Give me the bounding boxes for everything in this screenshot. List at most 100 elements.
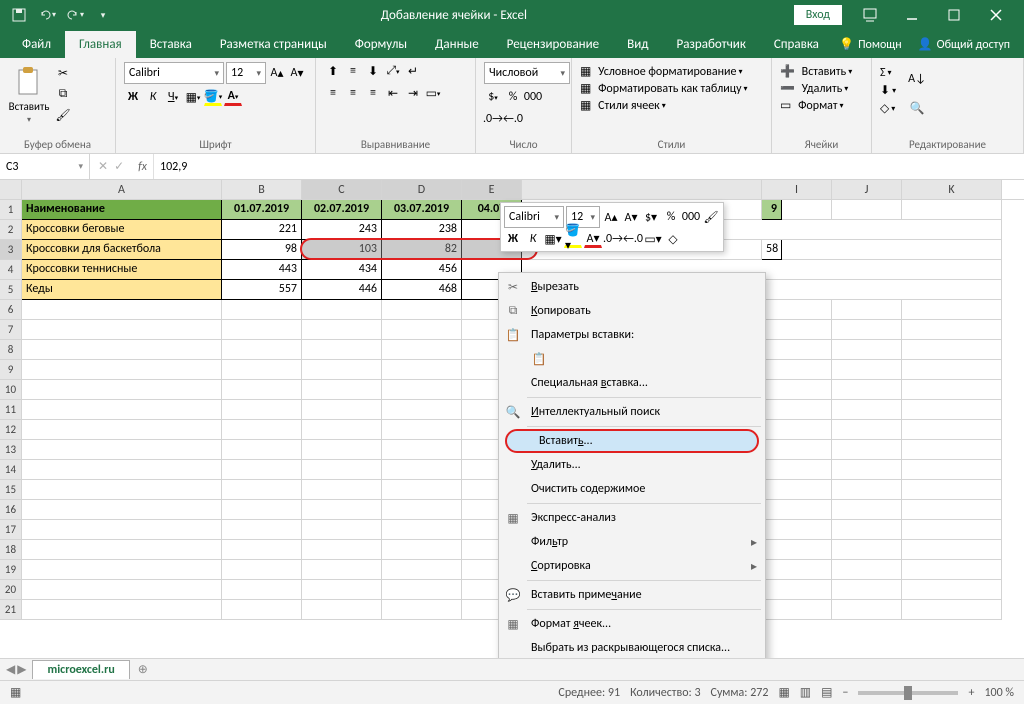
undo-icon[interactable]: ▾: [36, 4, 58, 26]
rowhead-1[interactable]: 1: [0, 200, 22, 220]
formula-input[interactable]: 102,9: [153, 154, 1024, 179]
select-all-corner[interactable]: [0, 180, 22, 199]
increase-decimal-icon[interactable]: .0→: [484, 110, 502, 128]
minimize-icon[interactable]: [892, 1, 932, 29]
colhead-b[interactable]: B: [222, 180, 302, 199]
rowhead-11[interactable]: 11: [0, 400, 22, 420]
colhead-c[interactable]: C: [302, 180, 382, 199]
ctx-paste-special[interactable]: Специальная вставка...: [499, 371, 765, 395]
zoom-level[interactable]: 100 %: [984, 686, 1014, 700]
cell-styles-button[interactable]: ▦ Стили ячеек▾: [580, 98, 666, 113]
tab-view[interactable]: Вид: [613, 31, 662, 58]
rowhead-16[interactable]: 16: [0, 500, 22, 520]
tab-home[interactable]: Главная: [65, 31, 136, 58]
tab-pagelayout[interactable]: Разметка страницы: [206, 31, 341, 58]
mini-increase-font-icon[interactable]: A▴: [602, 208, 620, 226]
bold-icon[interactable]: Ж: [124, 88, 142, 106]
merge-icon[interactable]: ▭▾: [424, 84, 442, 102]
align-bottom-icon[interactable]: ⬇: [364, 62, 382, 80]
rowhead-21[interactable]: 21: [0, 600, 22, 620]
rowhead-12[interactable]: 12: [0, 420, 22, 440]
mini-comma-icon[interactable]: 000: [682, 208, 700, 226]
colhead-j[interactable]: J: [832, 180, 902, 199]
zoom-in-icon[interactable]: +: [968, 686, 974, 700]
ctx-paste-default[interactable]: 📋: [499, 347, 765, 371]
mini-fill-icon[interactable]: 🪣▾: [564, 230, 582, 248]
align-middle-icon[interactable]: ≡: [344, 62, 362, 80]
align-left-icon[interactable]: ≡: [324, 84, 342, 102]
tab-help[interactable]: Справка: [760, 31, 833, 58]
wrap-text-icon[interactable]: ↵: [404, 62, 422, 80]
close-icon[interactable]: [976, 1, 1016, 29]
colhead-d[interactable]: D: [382, 180, 462, 199]
fill-color-icon[interactable]: 🪣▾: [204, 88, 222, 106]
ctx-cut[interactable]: ✂Вырезать: [499, 275, 765, 299]
colhead-a[interactable]: A: [22, 180, 222, 199]
clear-button[interactable]: ◇▾: [880, 101, 896, 116]
ctx-quick-analysis[interactable]: ▦Экспресс-анализ: [499, 506, 765, 530]
paste-button[interactable]: Вставить ▾: [8, 62, 50, 125]
increase-font-icon[interactable]: A▴: [268, 64, 286, 82]
find-select-icon[interactable]: 🔍: [904, 95, 930, 121]
decrease-font-icon[interactable]: A▾: [288, 64, 306, 82]
increase-indent-icon[interactable]: ⇥: [404, 84, 422, 102]
font-name-combo[interactable]: Calibri▾: [124, 62, 224, 84]
mini-decrease-font-icon[interactable]: A▾: [622, 208, 640, 226]
login-button[interactable]: Вход: [794, 5, 842, 25]
mini-percent-icon[interactable]: %: [662, 208, 680, 226]
autosum-button[interactable]: Σ▾: [880, 66, 896, 80]
tab-formulas[interactable]: Формулы: [341, 31, 421, 58]
rowhead-19[interactable]: 19: [0, 560, 22, 580]
conditional-format-button[interactable]: ▦ Условное форматирование▾: [580, 64, 743, 79]
new-sheet-icon[interactable]: ⊕: [130, 662, 156, 677]
ctx-clear[interactable]: Очистить содержимое: [499, 477, 765, 501]
align-right-icon[interactable]: ≡: [364, 84, 382, 102]
rowhead-4[interactable]: 4: [0, 260, 22, 280]
rowhead-17[interactable]: 17: [0, 520, 22, 540]
ctx-copy[interactable]: ⧉Копировать: [499, 299, 765, 323]
orientation-icon[interactable]: ⤢▾: [384, 62, 402, 80]
mini-currency-icon[interactable]: $▾: [642, 208, 660, 226]
maximize-icon[interactable]: [934, 1, 974, 29]
tab-next-icon[interactable]: ▶: [17, 662, 26, 677]
rowhead-2[interactable]: 2: [0, 220, 22, 240]
colhead-i[interactable]: I: [762, 180, 832, 199]
font-size-combo[interactable]: 12▾: [226, 62, 266, 84]
format-cells-button[interactable]: ▭ Формат▾: [780, 98, 844, 113]
cell-c1[interactable]: 02.07.2019: [302, 200, 382, 220]
format-painter-icon[interactable]: 🖌: [54, 106, 72, 124]
delete-cells-button[interactable]: ➖ Удалить▾: [780, 81, 848, 96]
view-normal-icon[interactable]: ▦: [778, 685, 789, 700]
qat-customize-icon[interactable]: ▾: [92, 4, 114, 26]
rowhead-18[interactable]: 18: [0, 540, 22, 560]
align-top-icon[interactable]: ⬆: [324, 62, 342, 80]
mini-dec-decimal-icon[interactable]: ←.0: [624, 230, 642, 248]
cell-b1[interactable]: 01.07.2019: [222, 200, 302, 220]
mini-font-color-icon[interactable]: А▾: [584, 230, 602, 248]
fx-icon[interactable]: fx: [132, 160, 153, 174]
mini-font-combo[interactable]: Calibri▾: [504, 206, 564, 228]
mini-border-icon[interactable]: ▦▾: [544, 230, 562, 248]
name-box[interactable]: C3▾: [0, 154, 90, 179]
save-icon[interactable]: [8, 4, 30, 26]
colhead-hidden[interactable]: [522, 180, 762, 199]
tab-data[interactable]: Данные: [421, 31, 493, 58]
zoom-slider[interactable]: [858, 691, 958, 695]
ctx-delete[interactable]: Удалить...: [499, 453, 765, 477]
percent-icon[interactable]: %: [504, 88, 522, 106]
cell-h1-tail[interactable]: 9: [762, 200, 782, 220]
rowhead-7[interactable]: 7: [0, 320, 22, 340]
rowhead-9[interactable]: 9: [0, 360, 22, 380]
underline-icon[interactable]: Ч▾: [164, 88, 182, 106]
rowhead-13[interactable]: 13: [0, 440, 22, 460]
ctx-insert[interactable]: Вставить...: [505, 429, 759, 453]
ctx-filter[interactable]: Фильтр▸: [499, 530, 765, 554]
mini-inc-decimal-icon[interactable]: .0→: [604, 230, 622, 248]
cell-d1[interactable]: 03.07.2019: [382, 200, 462, 220]
tab-prev-icon[interactable]: ◀: [6, 662, 15, 677]
colhead-e[interactable]: E: [462, 180, 522, 199]
ctx-format-cells[interactable]: ▦Формат ячеек...: [499, 612, 765, 636]
rowhead-3[interactable]: 3: [0, 240, 22, 260]
italic-icon[interactable]: К: [144, 88, 162, 106]
ctx-pick-from-dropdown[interactable]: Выбрать из раскрывающегося списка...: [499, 636, 765, 658]
